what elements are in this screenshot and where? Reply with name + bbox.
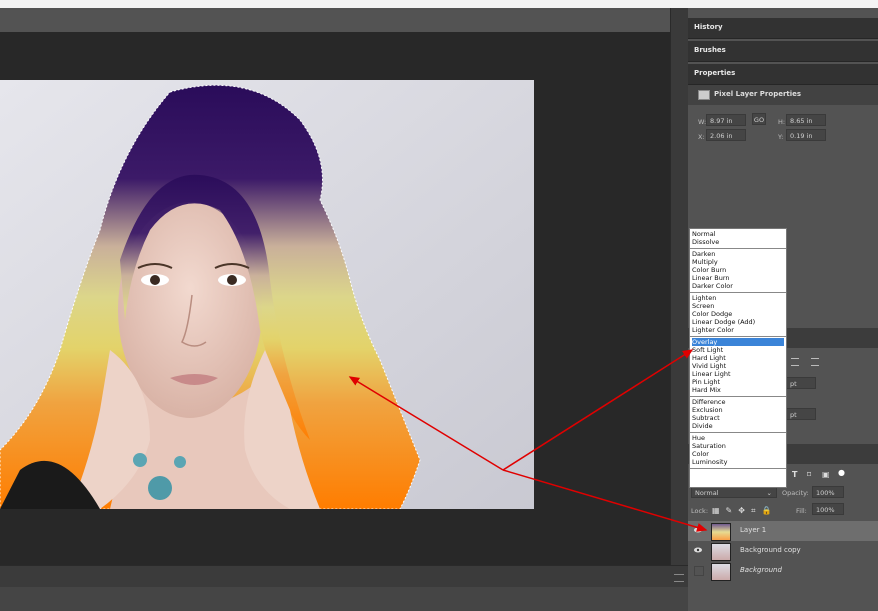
arrow-to-overlay bbox=[502, 349, 694, 471]
annotation-arrows bbox=[348, 349, 708, 532]
arrow-to-hair bbox=[348, 376, 504, 471]
arrow-to-layer bbox=[502, 469, 708, 532]
